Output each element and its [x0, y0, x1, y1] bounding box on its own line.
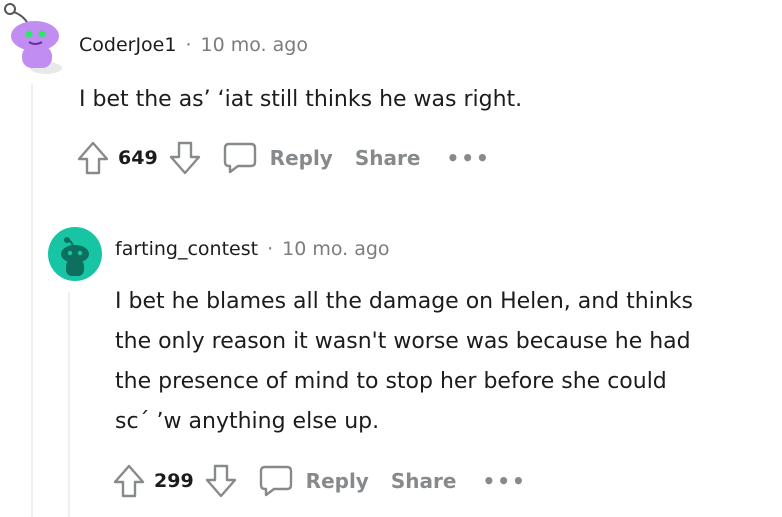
comment-body: I bet he blames all the damage on Helen,… [115, 282, 693, 442]
timestamp[interactable]: 10 mo. ago [201, 34, 308, 56]
separator-dot: · [267, 238, 274, 260]
comment-body-line: the presence of mind to stop her before … [115, 369, 667, 394]
comment-actions: 649 Reply Share ••• [76, 138, 491, 178]
comment-body-line: sc´ ʼw anything else up. [115, 409, 380, 434]
share-button[interactable]: Share [391, 469, 457, 493]
reply-button[interactable]: Reply [258, 464, 369, 498]
downvote-icon[interactable] [168, 140, 202, 176]
comment-meta: farting_contest · 10 mo. ago [115, 238, 390, 260]
reply-label: Reply [269, 146, 333, 170]
vote-count: 649 [118, 147, 158, 169]
snoo-avatar-purple-icon [4, 3, 62, 74]
share-button[interactable]: Share [355, 146, 421, 170]
reply-button[interactable]: Reply [222, 141, 333, 175]
thread-line-2[interactable] [68, 292, 70, 517]
avatar[interactable] [47, 226, 103, 282]
comment-icon [223, 142, 256, 174]
comment-body-line: I bet he blames all the damage on Helen,… [115, 289, 693, 314]
reply-label: Reply [305, 469, 369, 493]
username[interactable]: CoderJoe1 [79, 34, 176, 56]
more-options-icon[interactable]: ••• [446, 146, 490, 170]
separator-dot: · [185, 34, 192, 56]
comment-meta: CoderJoe1 · 10 mo. ago [79, 34, 308, 56]
downvote-icon[interactable] [204, 463, 238, 499]
more-options-icon[interactable]: ••• [482, 469, 526, 493]
timestamp[interactable]: 10 mo. ago [282, 238, 389, 260]
upvote-icon[interactable] [76, 140, 110, 176]
username[interactable]: farting_contest [115, 238, 258, 260]
comment-body-line: the only reason it wasn't worse was beca… [115, 329, 691, 354]
avatar[interactable] [2, 0, 64, 74]
comment-icon [259, 465, 292, 497]
upvote-icon[interactable] [112, 463, 146, 499]
vote-count: 299 [154, 470, 194, 492]
thread-line-1[interactable] [31, 84, 33, 517]
comment-actions: 299 Reply Share ••• [112, 461, 527, 501]
snoo-avatar-teal-icon [48, 227, 102, 281]
comment-body: I bet the as’ ʻiat still thinks he was r… [79, 87, 523, 112]
